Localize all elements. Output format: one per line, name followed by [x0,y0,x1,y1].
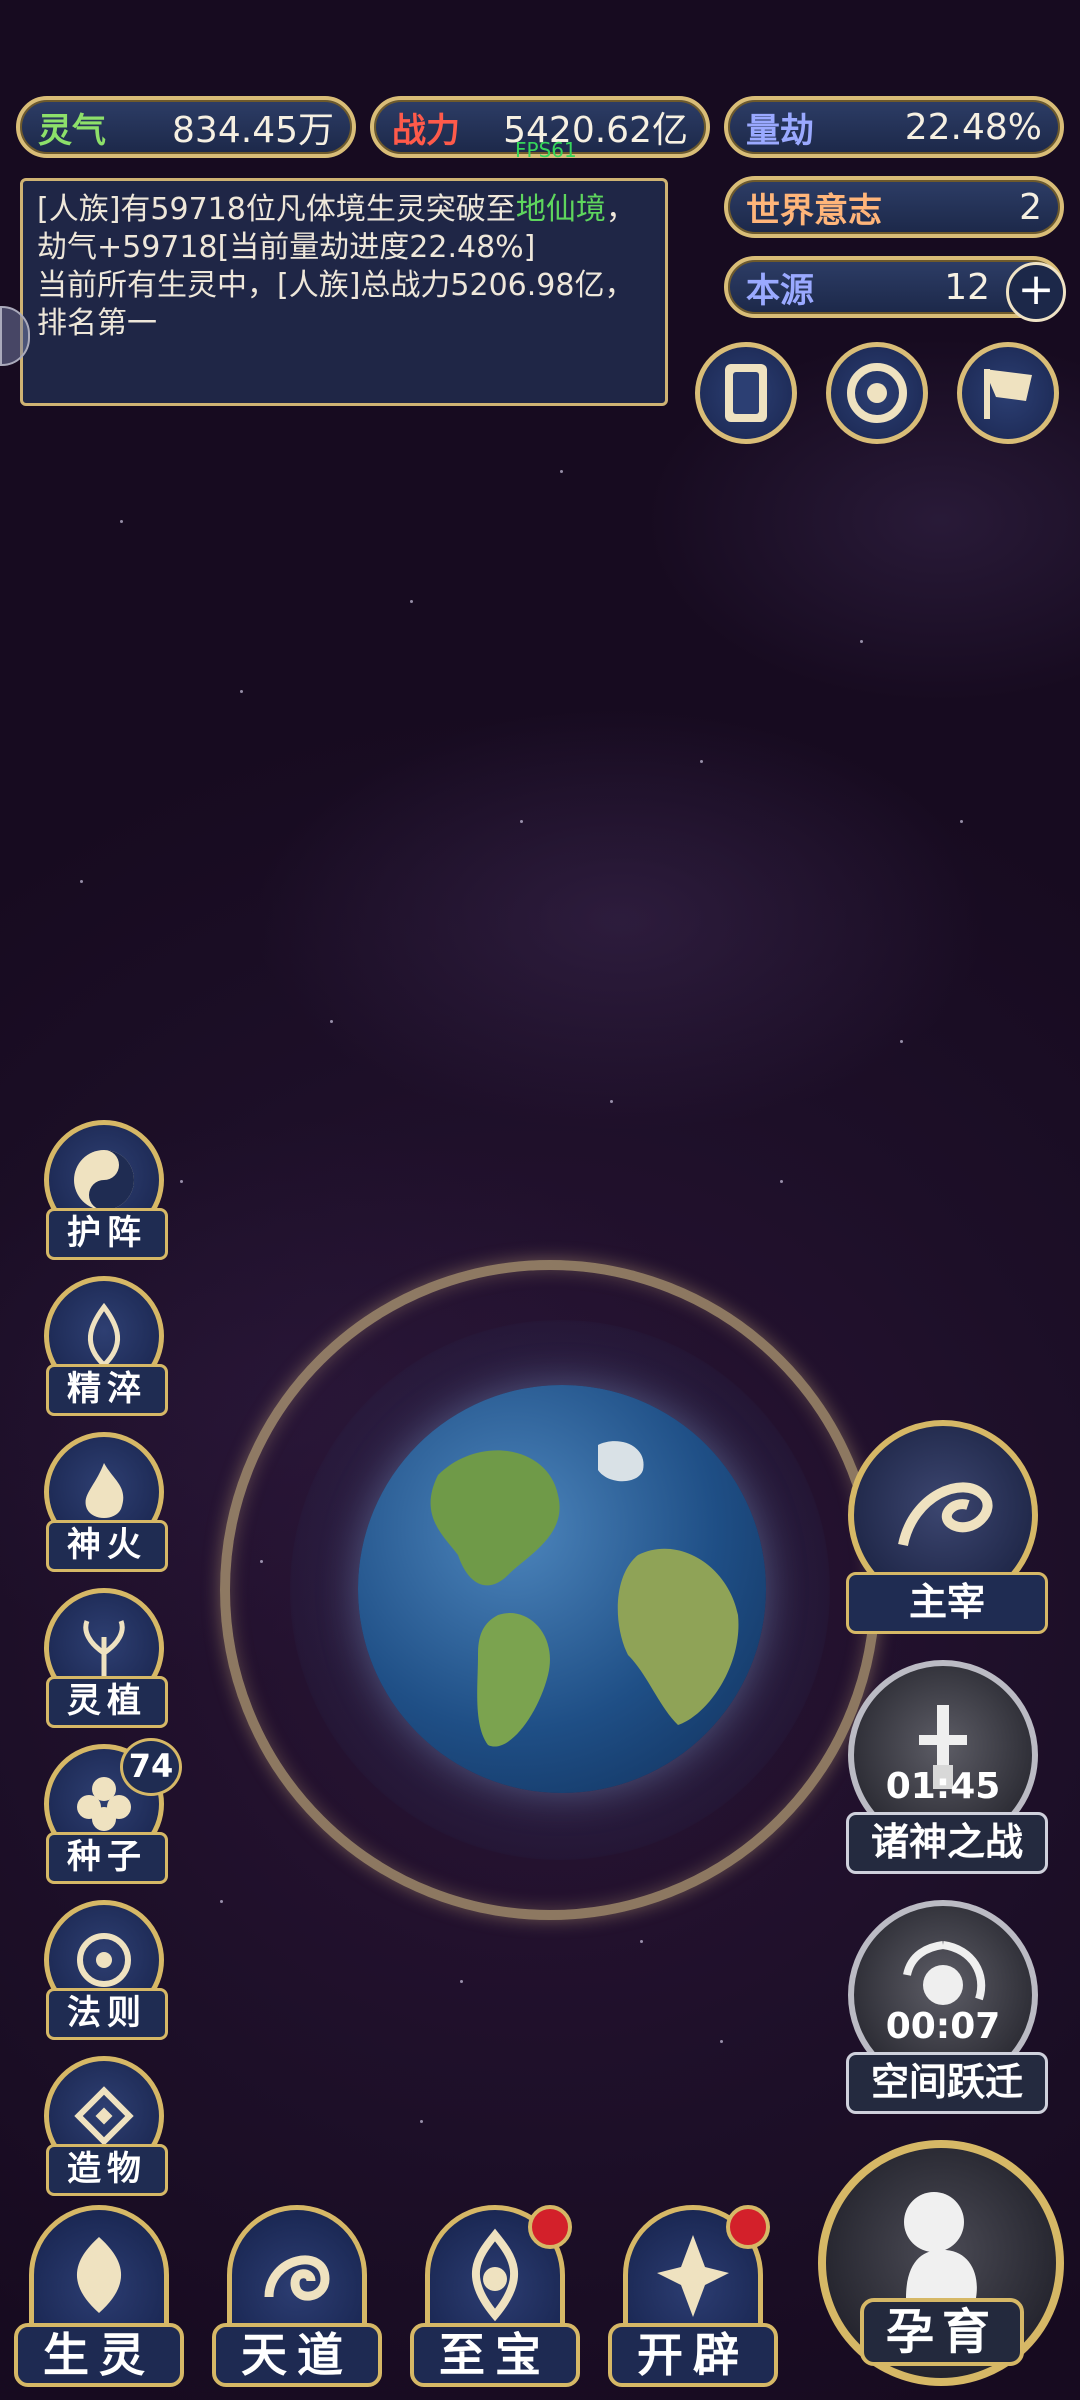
lingqi-label: 灵气 [38,110,106,151]
zhanli-label: 战力 [392,110,460,151]
yunyu-button[interactable]: 孕育 [818,2140,1064,2386]
menu-zaowu[interactable]: 造物 [38,2056,170,2196]
event-log: [人族]有59718位凡体境生灵突破至地仙境，劫气+59718[当前量劫进度22… [20,178,668,406]
menu-faze-label: 法则 [46,1988,168,2040]
resource-benyuan[interactable]: 本源 12 + [724,256,1066,322]
shijie-value: 2 [1019,186,1042,228]
seed-count-badge: 74 [120,1738,182,1796]
mother-child-icon [904,2192,977,2298]
lingqi-value: 834.45万 [172,110,334,151]
menu-shenhuo-label: 神火 [46,1520,168,1572]
menu-kongjian-label: 空间跃迁 [846,2052,1048,2114]
world-globe[interactable] [358,1385,766,1793]
yunyu-label: 孕育 [860,2298,1024,2366]
benyuan-label: 本源 [746,270,814,311]
menu-shenhuo[interactable]: 神火 [38,1432,170,1572]
spirit-plant-icon [83,1620,125,1677]
divine-fire-icon [85,1463,124,1518]
menu-zhushen-label: 诸神之战 [846,1812,1048,1874]
flag-icon [984,369,1032,419]
bottom-tiandao[interactable]: 天道 [212,2205,382,2395]
zhibao-notification-dot [528,2205,572,2249]
bottom-zhibao[interactable]: 至宝 [410,2205,580,2395]
resource-shijie[interactable]: 世界意志 2 [724,176,1064,238]
portal-icon [847,363,907,423]
dragon-icon [898,1482,993,1547]
bottom-shengling-label: 生灵 [14,2323,184,2387]
bottom-kaipi-label: 开辟 [608,2323,778,2387]
bottom-zhibao-label: 至宝 [410,2323,580,2387]
menu-lingzhi-label: 灵植 [46,1676,168,1728]
menu-faze[interactable]: 法则 [38,1900,170,2040]
resource-lingqi[interactable]: 灵气 834.45万 [16,96,356,158]
bottom-tiandao-label: 天道 [212,2323,382,2387]
menu-zhongzi[interactable]: 74 种子 [38,1738,182,1884]
menu-jingcui[interactable]: 精淬 [38,1276,170,1416]
flag-button[interactable] [957,342,1059,444]
treasure-icon [471,2228,519,2322]
menu-jingcui-label: 精淬 [46,1364,168,1416]
menu-huzhen[interactable]: 护阵 [38,1120,170,1260]
flame-lotus-icon [87,1302,121,1369]
phoenix-icon [76,2237,122,2313]
menu-kongjianyueqian[interactable]: 00:07 空间跃迁 [846,1900,1048,2114]
menu-huzhen-label: 护阵 [46,1208,168,1260]
bottom-kaipi[interactable]: 开辟 [608,2205,778,2395]
card-icon [725,364,767,422]
taiji-icon [74,1150,134,1210]
continents-icon [430,1441,739,1747]
menu-zhuzai[interactable]: 主宰 [846,1420,1048,1634]
bottom-shengling[interactable]: 生灵 [14,2205,184,2395]
menu-lingzhi[interactable]: 灵植 [38,1588,170,1728]
log-entry: [人族]有59718位凡体境生灵突破至地仙境，劫气+59718[当前量劫进度22… [37,192,636,265]
portal-button[interactable] [826,342,928,444]
heaven-swirl-icon [264,2255,330,2301]
benyuan-value: 12 [944,266,990,308]
menu-zhushenzhizhan[interactable]: 01:45 诸神之战 [846,1660,1048,1874]
menu-zhongzi-label: 种子 [46,1832,168,1884]
shijie-label: 世界意志 [746,190,882,231]
log-entry: 当前所有生灵中，[人族]总战力5206.98亿，排名第一 [37,268,635,341]
liangjie-value: 22.48% [904,106,1042,148]
menu-zaowu-label: 造物 [46,2144,168,2196]
menu-zhuzai-label: 主宰 [846,1572,1048,1634]
fps-counter: FPS61 [515,138,577,162]
resource-liangjie[interactable]: 量劫 22.48% [724,96,1064,158]
creation-icon [74,2086,134,2146]
card-button[interactable] [695,342,797,444]
axe-flame-icon [657,2235,729,2317]
add-benyuan-button[interactable]: + [1006,262,1066,322]
law-icon [77,1933,131,1987]
kongjian-timer: 00:07 [885,2006,1001,2047]
liangjie-label: 量劫 [746,110,814,151]
kaipi-notification-dot [726,2205,770,2249]
zhushen-timer: 01:45 [885,1766,1001,1807]
